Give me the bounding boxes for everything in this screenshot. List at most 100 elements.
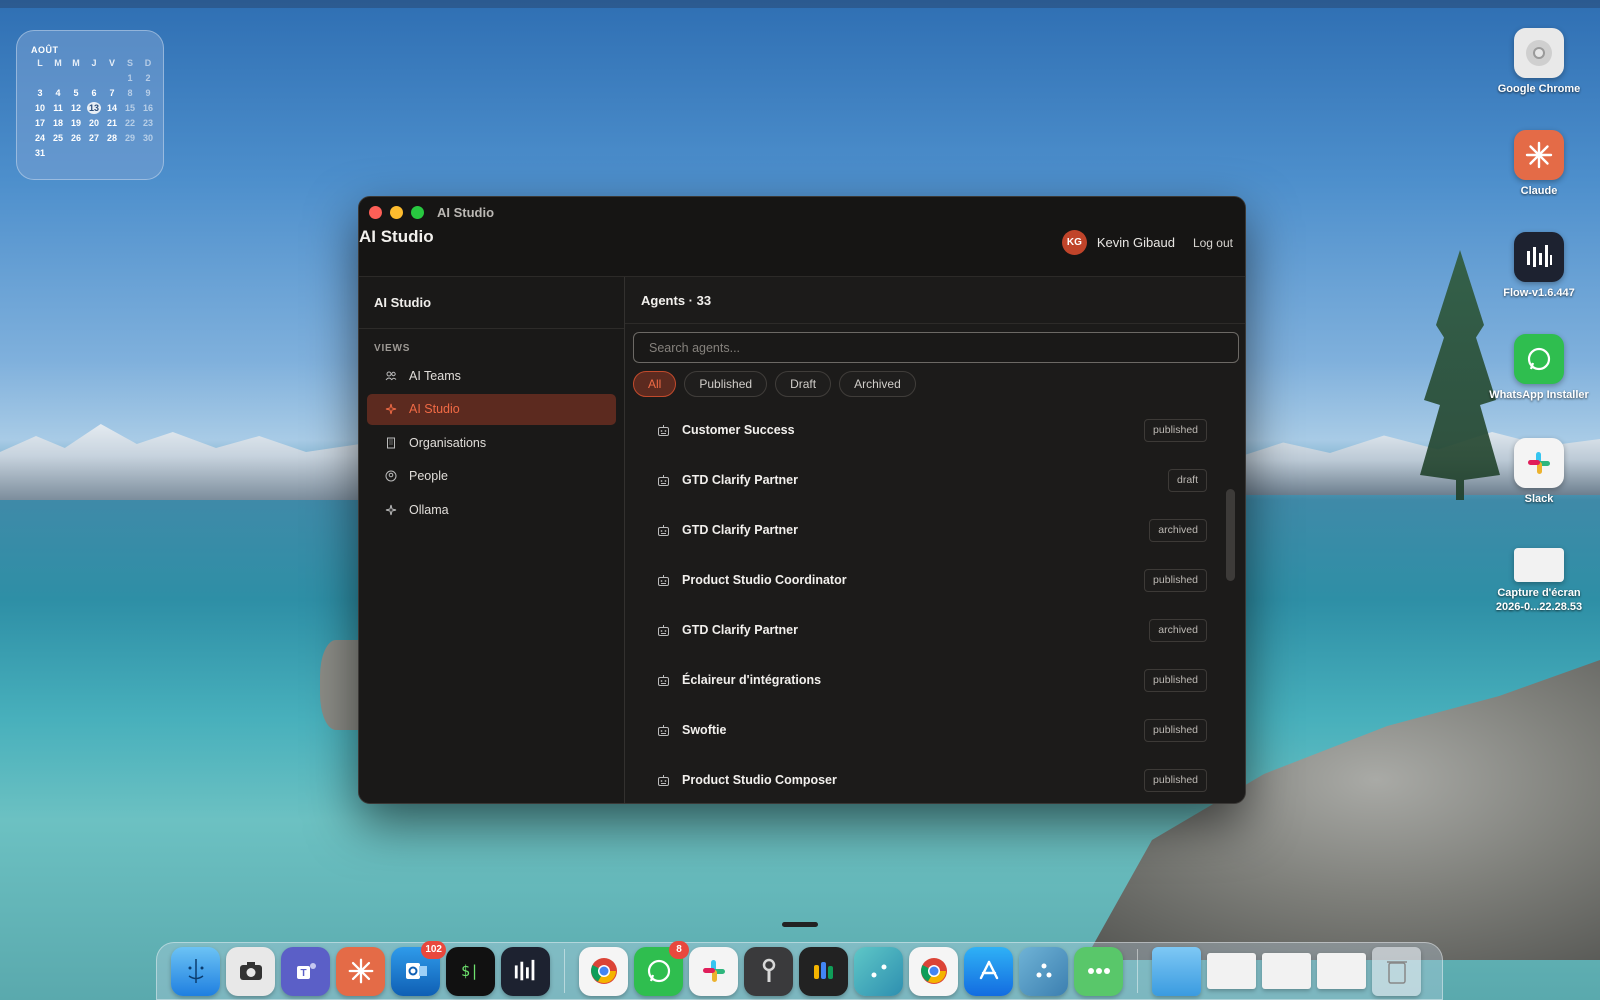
sidebar: AI Studio VIEWS AI Teams AI Studio Organ… xyxy=(359,277,625,803)
list-scrollbar[interactable] xyxy=(1226,489,1235,581)
search-input[interactable] xyxy=(633,332,1239,363)
agent-name: Éclaireur d'intégrations xyxy=(682,673,822,687)
trash-icon[interactable] xyxy=(1372,946,1421,996)
desktop-icon-chrome[interactable]: Google Chrome xyxy=(1484,28,1594,96)
sidebar-item-ollama[interactable]: Ollama xyxy=(367,494,616,525)
window-titlebar: AI Studio AI Studio KG Kevin Gibaud Log … xyxy=(359,197,1245,277)
sidebar-item-people[interactable]: People xyxy=(367,461,616,492)
screenshot-app-icon[interactable] xyxy=(226,946,275,996)
list-item[interactable]: GTD Clarify Partner draft xyxy=(633,455,1223,505)
list-item[interactable]: Swoftie published xyxy=(633,705,1223,755)
calendar-weekday: D xyxy=(144,58,152,68)
calendar-day: 6 xyxy=(91,88,97,98)
filter-archived[interactable]: Archived xyxy=(839,371,916,397)
logout-button[interactable]: Log out xyxy=(1193,236,1233,250)
app-window: AI Studio AI Studio KG Kevin Gibaud Log … xyxy=(358,196,1246,804)
flow-icon xyxy=(1514,232,1564,282)
desktop-icon-whatsapp[interactable]: WhatsApp Installer xyxy=(1484,334,1594,402)
avatar[interactable]: KG xyxy=(1061,230,1087,255)
calendar-day: 31 xyxy=(34,148,45,158)
filter-all[interactable]: All xyxy=(633,371,677,397)
claude-app-icon[interactable] xyxy=(336,946,385,996)
sidebar-item-ai-teams[interactable]: AI Teams xyxy=(367,360,616,391)
triad-app-icon[interactable] xyxy=(1019,946,1068,996)
list-item[interactable]: Éclaireur d'intégrations published xyxy=(633,655,1223,705)
sidebar-item-ai-studio[interactable]: AI Studio xyxy=(367,393,616,425)
calendar-day: 4 xyxy=(55,88,61,98)
calendar-day: 18 xyxy=(52,118,63,128)
app-store-icon[interactable] xyxy=(964,946,1013,996)
agents-header: Agents · 33 xyxy=(625,277,1245,324)
cluster-app-icon[interactable] xyxy=(799,946,848,996)
window-thumb-1[interactable] xyxy=(1207,953,1256,989)
agent-name: Product Studio Coordinator xyxy=(682,573,847,587)
calendar-day xyxy=(67,147,85,159)
notification-badge: 8 xyxy=(669,940,689,959)
desktop-icon-claude[interactable]: Claude xyxy=(1484,130,1594,198)
menu-bar xyxy=(0,0,1600,8)
calendar-day: 24 xyxy=(34,133,45,143)
sidebar-item-organisations[interactable]: Organisations xyxy=(367,427,616,458)
agent-name: GTD Clarify Partner xyxy=(682,623,799,637)
calendar-day: 15 xyxy=(124,103,135,113)
chrome-app-icon[interactable] xyxy=(579,946,628,996)
notification-badge: 102 xyxy=(421,940,446,959)
chrome-alt-icon[interactable] xyxy=(909,946,958,996)
sparkle-icon xyxy=(385,403,397,415)
calendar-day-today: 13 xyxy=(87,102,101,114)
list-item[interactable]: GTD Clarify Partner archived xyxy=(633,505,1223,555)
calendar-day: 17 xyxy=(34,118,45,128)
teams-app-icon[interactable]: T xyxy=(281,946,330,996)
calendar-day xyxy=(67,72,85,84)
dock-separator xyxy=(564,949,565,993)
flow-app-icon[interactable] xyxy=(501,946,550,996)
calendar-day: 19 xyxy=(70,118,81,128)
desktop-icon-slack[interactable]: Slack xyxy=(1484,438,1594,506)
screenshot-file-icon xyxy=(1514,548,1564,582)
agent-name: GTD Clarify Partner xyxy=(682,523,799,537)
bot-icon xyxy=(657,724,670,737)
agent-name: Customer Success xyxy=(682,423,795,437)
filter-draft[interactable]: Draft xyxy=(775,371,832,397)
calendar-month: AOÛT xyxy=(31,45,59,55)
calendar-day xyxy=(31,72,49,84)
window-thumb-3[interactable] xyxy=(1317,953,1366,989)
finder-icon[interactable] xyxy=(171,946,220,996)
keychain-icon[interactable] xyxy=(744,946,793,996)
calendar-day xyxy=(85,147,103,159)
window-thumb-2[interactable] xyxy=(1262,953,1311,989)
desktop-icon-flow[interactable]: Flow-v1.6.447 xyxy=(1484,232,1594,300)
more-app-icon[interactable] xyxy=(1074,946,1123,996)
bot-icon xyxy=(657,474,670,487)
wallpaper-mountains-left xyxy=(0,424,360,500)
agent-name: Product Studio Composer xyxy=(682,773,837,787)
bot-icon xyxy=(657,424,670,437)
dots-app-icon[interactable] xyxy=(854,946,903,996)
calendar-day: 22 xyxy=(124,118,135,128)
list-item[interactable]: GTD Clarify Partner archived xyxy=(633,605,1223,655)
list-item[interactable]: Customer Success published xyxy=(633,405,1223,455)
terminal-icon[interactable]: $| xyxy=(446,946,495,996)
desktop-icon-screenshot[interactable]: Capture d'écran 2026-0...22.28.53 xyxy=(1484,548,1594,614)
list-item[interactable]: Product Studio Composer published xyxy=(633,755,1223,803)
calendar-grid: L M M J V S D 1 2 3 4 5 6 7 8 9 10 11 12 13 14 15 16 17 18 19 20 21… xyxy=(31,57,153,159)
dock-handle[interactable] xyxy=(782,922,818,927)
filter-published[interactable]: Published xyxy=(684,371,768,397)
desktop-icon-label: Capture d'écran 2026-0...22.28.53 xyxy=(1495,587,1583,613)
calendar-widget[interactable]: AOÛT L M M J V S D 1 2 3 4 5 6 7 8 9 10 11 12 13 14 15 16 17 18 1… xyxy=(16,30,164,180)
outlook-icon[interactable]: 102 xyxy=(391,940,446,996)
calendar-day xyxy=(49,147,67,159)
teams-icon xyxy=(385,370,397,382)
dock-separator xyxy=(1137,949,1138,993)
list-item[interactable]: Product Studio Coordinator published xyxy=(633,555,1223,605)
folder-icon[interactable] xyxy=(1152,946,1201,996)
calendar-day: 5 xyxy=(73,88,79,98)
whatsapp-app-icon[interactable]: 8 xyxy=(634,940,689,996)
bot-icon xyxy=(657,524,670,537)
desktop-icon-label: Claude xyxy=(1520,185,1558,197)
zoom-window-button[interactable] xyxy=(411,206,424,219)
minimize-window-button[interactable] xyxy=(390,206,403,219)
slack-app-icon[interactable] xyxy=(689,946,738,996)
close-window-button[interactable] xyxy=(369,206,382,219)
sidebar-item-label: People xyxy=(409,469,448,483)
